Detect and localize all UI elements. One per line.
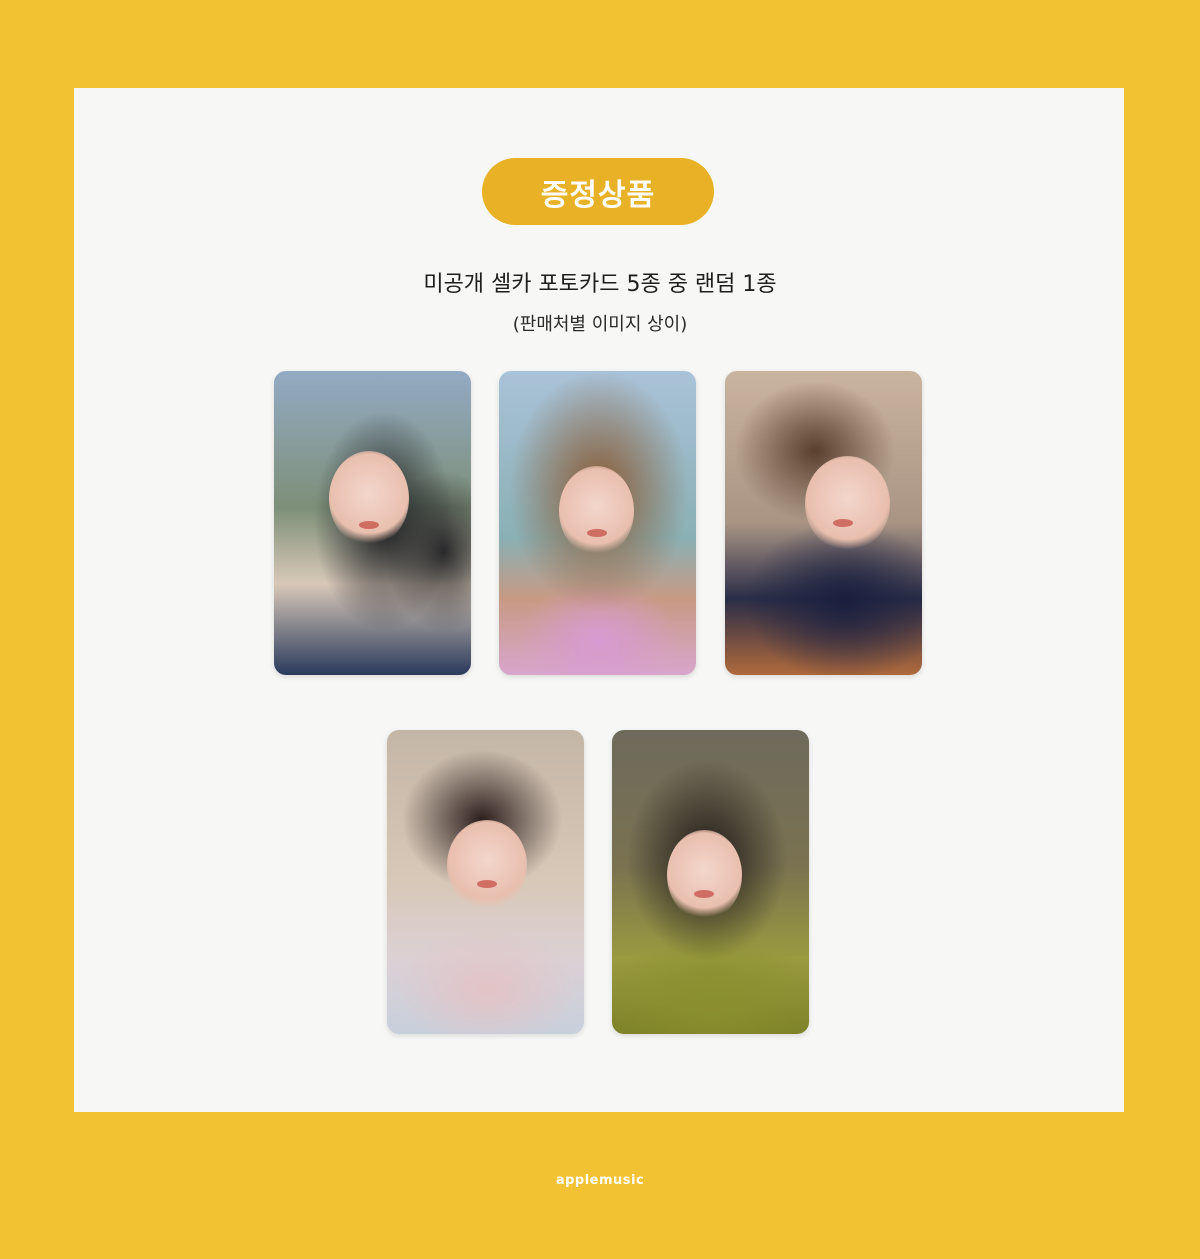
photocard-image [612, 730, 809, 1034]
gift-badge: 증정상품 [482, 158, 714, 225]
photocard-image [387, 730, 584, 1034]
photocard-image [274, 371, 471, 675]
gift-badge-label: 증정상품 [540, 177, 656, 213]
photocard-image [499, 371, 696, 675]
gift-note: (판매처별 이미지 상이) [512, 314, 688, 335]
brand-logo: applemusic [555, 1173, 645, 1188]
gift-description: 미공개 셀카 포토카드 5종 중 랜덤 1종 [423, 272, 777, 297]
photocard-image [725, 371, 922, 675]
